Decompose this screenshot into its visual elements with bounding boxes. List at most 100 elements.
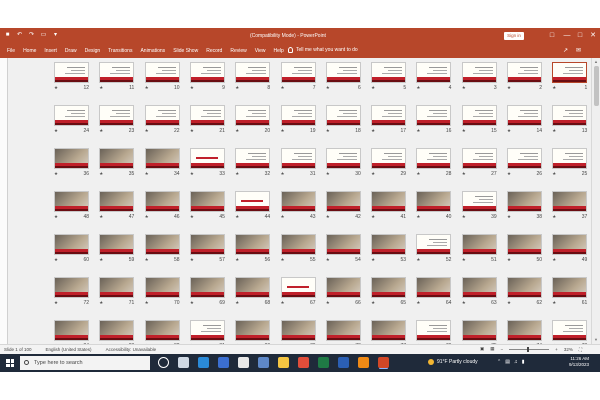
transition-star-icon[interactable]: ★ [416, 257, 420, 263]
slide-preview[interactable] [416, 191, 452, 212]
slide-preview[interactable] [416, 277, 452, 298]
slide-preview[interactable] [189, 320, 225, 341]
transition-star-icon[interactable]: ★ [507, 128, 511, 134]
slide-thumbnail[interactable]: ★ 9 [189, 62, 225, 91]
transition-star-icon[interactable]: ★ [371, 171, 375, 177]
slide-preview[interactable] [552, 320, 588, 341]
slide-preview[interactable] [144, 191, 180, 212]
slide-preview[interactable] [54, 62, 89, 83]
more-icon[interactable]: ▾ [52, 31, 59, 39]
slide-thumbnail[interactable]: ★ 2 [507, 62, 542, 91]
transition-star-icon[interactable]: ★ [190, 171, 194, 177]
transition-star-icon[interactable]: ★ [190, 214, 194, 220]
slide-preview[interactable] [54, 105, 89, 126]
slide-thumbnail[interactable]: ★81 [189, 320, 225, 344]
transition-star-icon[interactable]: ★ [54, 214, 58, 220]
slide-preview[interactable] [507, 277, 542, 298]
slide-thumbnail[interactable]: ★75 [461, 320, 497, 344]
slide-thumbnail[interactable]: ★ 58 [144, 234, 180, 263]
slide-preview[interactable] [325, 191, 361, 212]
slide-preview[interactable] [189, 234, 225, 255]
transition-star-icon[interactable]: ★ [552, 257, 556, 263]
transition-star-icon[interactable]: ★ [326, 300, 330, 306]
transition-star-icon[interactable]: ★ [326, 85, 330, 91]
transition-star-icon[interactable]: ★ [145, 257, 149, 263]
transition-star-icon[interactable]: ★ [145, 85, 149, 91]
transition-star-icon[interactable]: ★ [54, 300, 58, 306]
slide-preview[interactable] [54, 277, 89, 298]
close-button[interactable]: ✕ [588, 31, 598, 40]
slide-preview[interactable] [416, 148, 452, 169]
slide-thumbnail[interactable]: ★ 11 [99, 62, 135, 91]
slide-preview[interactable] [507, 62, 542, 83]
slide-thumbnail[interactable]: ★ 33 [189, 148, 225, 177]
slide-preview[interactable] [144, 62, 180, 83]
windows-start-icon[interactable] [6, 359, 14, 367]
slide-thumbnail[interactable]: ★83 [99, 320, 135, 344]
network-icon[interactable]: ▤ [505, 359, 510, 365]
slide-preview[interactable] [99, 191, 135, 212]
slide-thumbnail[interactable]: ★ 23 [99, 105, 135, 134]
transition-star-icon[interactable]: ★ [235, 300, 239, 306]
scroll-down-icon[interactable]: ▼ [594, 337, 598, 342]
normal-view-icon[interactable]: ▣ [480, 346, 484, 352]
tab-file[interactable]: File [7, 48, 15, 54]
slide-preview[interactable] [99, 320, 135, 341]
tab-draw[interactable]: Draw [65, 48, 77, 54]
slide-thumbnail[interactable]: ★ 24 [54, 105, 89, 134]
slide-preview[interactable] [189, 191, 225, 212]
slide-preview[interactable] [461, 277, 497, 298]
slide-thumbnail[interactable]: ★ 64 [416, 277, 452, 306]
transition-star-icon[interactable]: ★ [145, 214, 149, 220]
slide-preview[interactable] [325, 62, 361, 83]
tab-insert[interactable]: Insert [44, 48, 57, 54]
slide-thumbnail[interactable]: ★ 30 [325, 148, 361, 177]
ribbon-display-icon[interactable]: □ [547, 31, 557, 40]
slide-preview[interactable] [461, 191, 497, 212]
transition-star-icon[interactable]: ★ [54, 85, 58, 91]
tray-chevron-icon[interactable]: ⌃ [497, 359, 501, 365]
slide-thumbnail[interactable]: ★ 52 [416, 234, 452, 263]
zoom-slider-knob[interactable] [527, 346, 530, 352]
slide-thumbnail[interactable]: ★ 7 [280, 62, 316, 91]
excel-icon[interactable] [318, 357, 329, 368]
slide-thumbnail[interactable]: ★ 55 [280, 234, 316, 263]
chrome-icon[interactable] [298, 357, 309, 368]
scrollbar-thumb[interactable] [594, 66, 599, 106]
battery-icon[interactable]: ▮ [522, 359, 525, 365]
transition-star-icon[interactable]: ★ [235, 85, 239, 91]
slide-preview[interactable] [280, 234, 316, 255]
transition-star-icon[interactable]: ★ [281, 85, 285, 91]
slide-thumbnail[interactable]: ★ 57 [189, 234, 225, 263]
mail-icon[interactable] [238, 357, 249, 368]
slide-thumbnail[interactable]: ★84 [54, 320, 89, 344]
transition-star-icon[interactable]: ★ [281, 257, 285, 263]
slide-preview[interactable] [235, 234, 271, 255]
slide-preview[interactable] [371, 148, 407, 169]
tab-help[interactable]: Help [273, 48, 283, 54]
slide-thumbnail[interactable]: ★ 45 [189, 191, 225, 220]
transition-star-icon[interactable]: ★ [235, 128, 239, 134]
transition-star-icon[interactable]: ★ [552, 85, 556, 91]
slide-thumbnail[interactable]: ★80 [235, 320, 271, 344]
tab-transitions[interactable]: Transitions [108, 48, 132, 54]
slide-thumbnail[interactable]: ★ 62 [507, 277, 542, 306]
slide-preview[interactable] [507, 148, 542, 169]
tab-review[interactable]: Review [230, 48, 246, 54]
vertical-scrollbar[interactable]: ▲ ▼ [591, 58, 600, 344]
slide-preview[interactable] [416, 62, 452, 83]
slide-thumbnail[interactable]: ★ 3 [461, 62, 497, 91]
transition-star-icon[interactable]: ★ [552, 171, 556, 177]
slide-preview[interactable] [461, 320, 497, 341]
transition-star-icon[interactable]: ★ [235, 257, 239, 263]
slide-thumbnail[interactable]: ★ 49 [552, 234, 588, 263]
cortana-icon[interactable] [158, 357, 169, 368]
vlc-icon[interactable] [358, 357, 369, 368]
transition-star-icon[interactable]: ★ [190, 85, 194, 91]
slide-preview[interactable] [552, 191, 588, 212]
weather-widget[interactable]: 91°F Partly cloudy [428, 359, 478, 365]
slide-preview[interactable] [235, 148, 271, 169]
transition-star-icon[interactable]: ★ [552, 128, 556, 134]
transition-star-icon[interactable]: ★ [371, 85, 375, 91]
slide-preview[interactable] [280, 320, 316, 341]
